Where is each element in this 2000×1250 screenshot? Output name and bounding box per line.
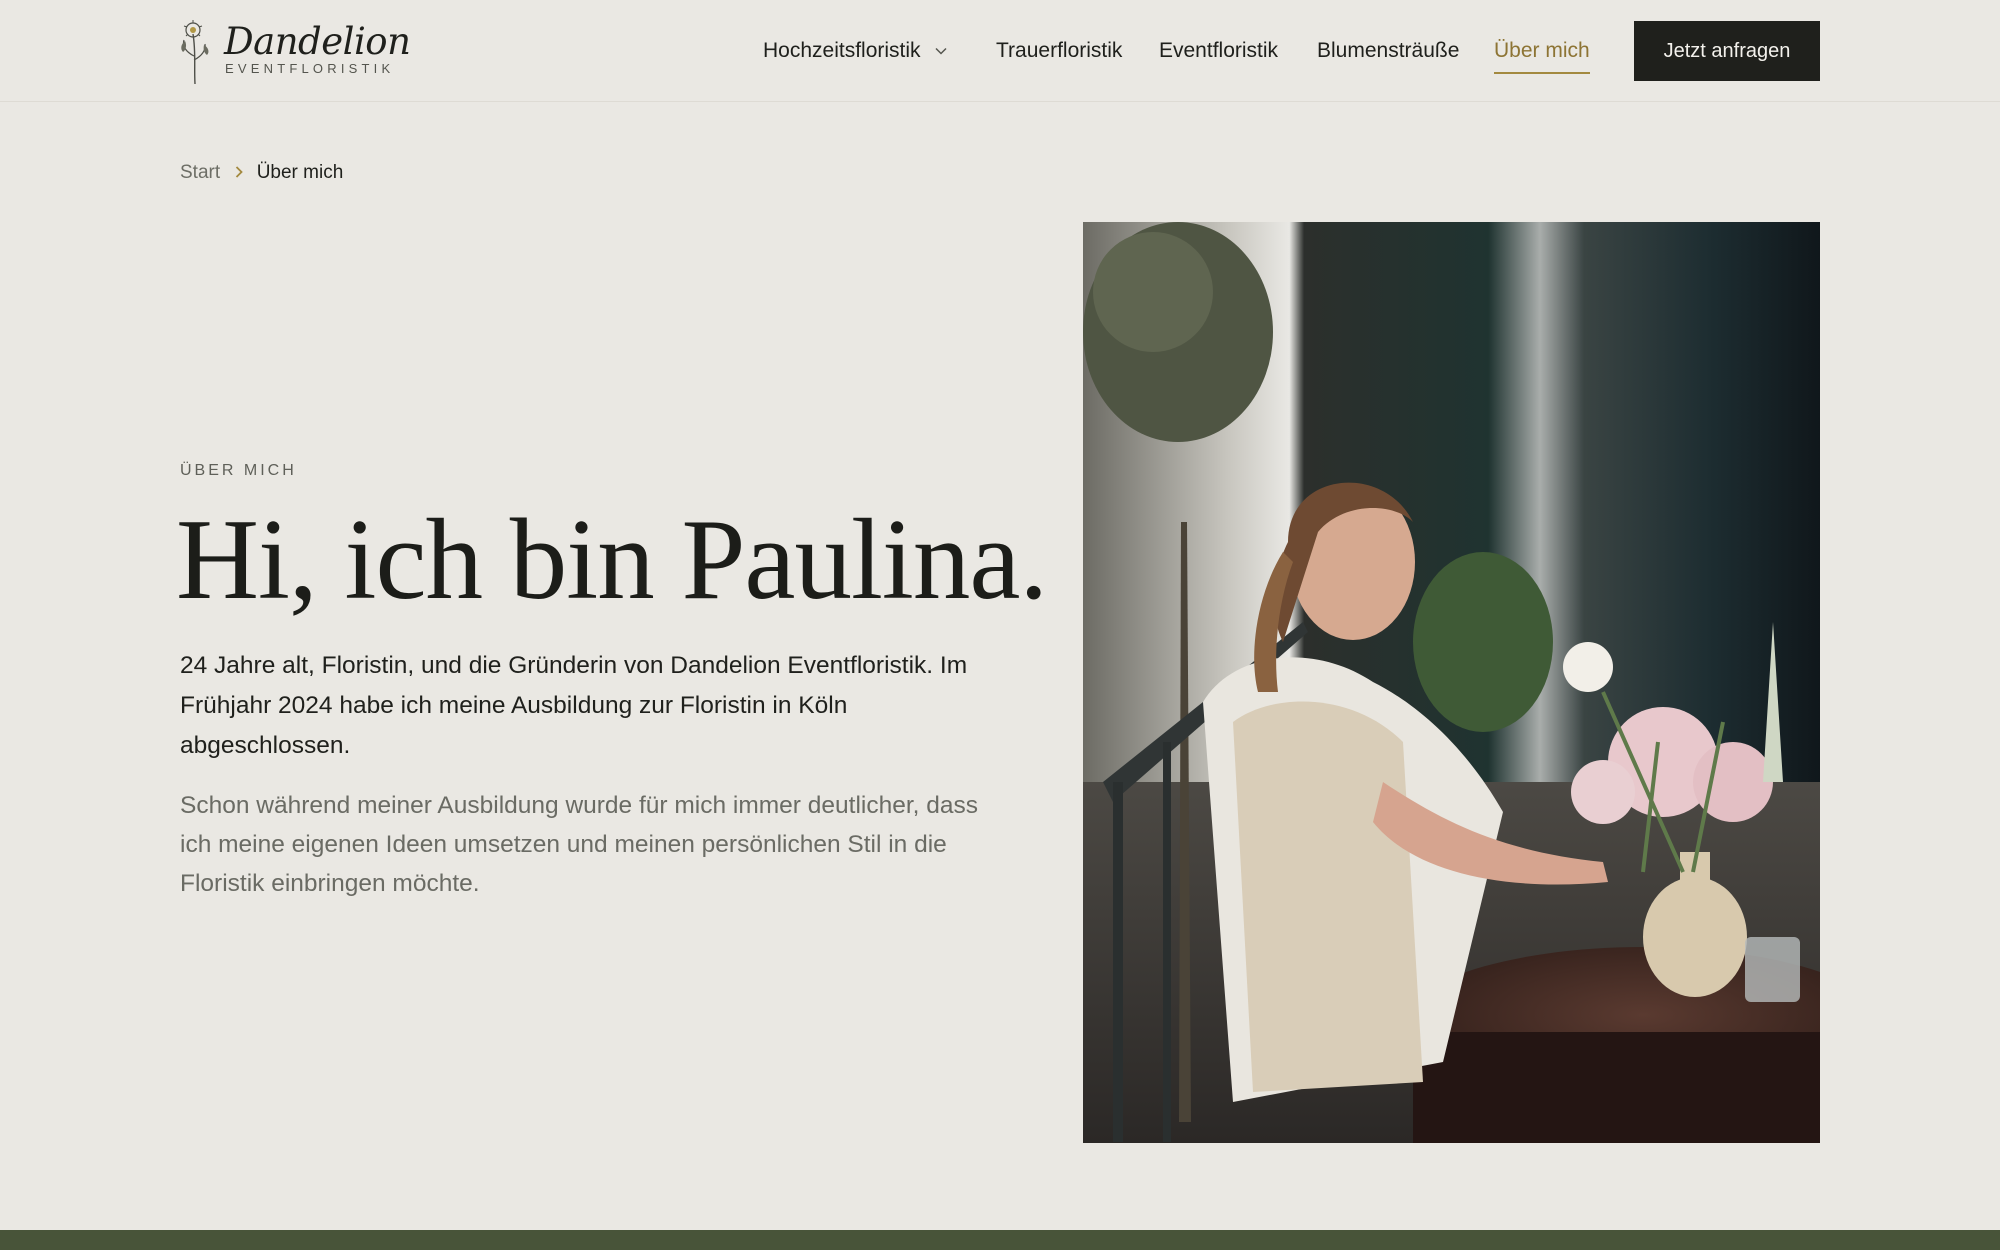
nav-item-hochzeitsfloristik[interactable]: Hochzeitsfloristik: [763, 38, 947, 74]
intro-paragraph: 24 Jahre alt, Floristin, und die Gründer…: [180, 652, 968, 759]
footer-band: [0, 1230, 2000, 1250]
body-paragraph: Schon während meiner Ausbildung wurde fü…: [180, 792, 979, 897]
nav-item-blumenstraeusse[interactable]: Blumensträuße: [1317, 38, 1459, 74]
site-header: Dandelion EVENTFLORISTIK Hochzeitsfloris…: [0, 0, 2000, 102]
chevron-right-icon: [236, 166, 244, 178]
section-eyebrow: ÜBER MICH: [180, 462, 297, 479]
request-button[interactable]: Jetzt anfragen: [1634, 21, 1820, 81]
chevron-down-icon: [935, 48, 947, 56]
page-title: Hi, ich bin Paulina.: [176, 496, 1048, 623]
portrait-photo: [1083, 222, 1820, 1143]
nav-item-eventfloristik[interactable]: Eventfloristik: [1159, 38, 1278, 74]
nav-item-trauerfloristik[interactable]: Trauerfloristik: [996, 38, 1122, 74]
nav-item-ueber-mich[interactable]: Über mich: [1494, 38, 1590, 74]
breadcrumb-current: Über mich: [256, 162, 344, 183]
florist-portrait-image: [1083, 222, 1820, 1143]
nav-item-label: Hochzeitsfloristik: [763, 39, 921, 62]
breadcrumb: Start Über mich: [180, 162, 343, 186]
breadcrumb-start-link[interactable]: Start: [180, 162, 220, 183]
